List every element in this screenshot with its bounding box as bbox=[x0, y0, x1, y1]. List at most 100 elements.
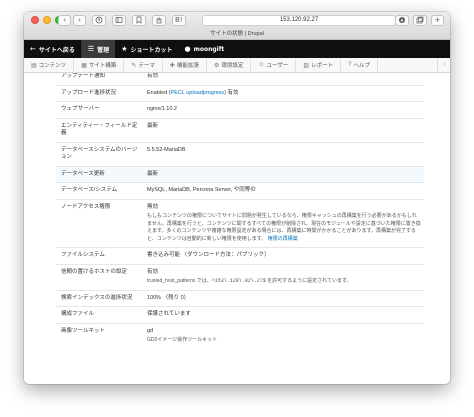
arrow-left-icon: ← bbox=[30, 45, 36, 53]
row-value: 保護されています bbox=[144, 306, 424, 324]
row-value: 有効 bbox=[144, 73, 424, 86]
bookmarks-icon[interactable] bbox=[132, 15, 146, 26]
row-value: 100% （残り 0） bbox=[144, 290, 424, 307]
shortcuts-tab[interactable]: ★ ショートカット bbox=[115, 40, 178, 58]
table-row: ウェブサーバー nginx/1.10.2 bbox=[56, 101, 424, 119]
row-value: nginx/1.10.2 bbox=[144, 101, 424, 119]
row-value: MySQL, MariaDB, Percona Server, や同等の bbox=[144, 182, 424, 200]
tray-item-label: テーマ bbox=[138, 63, 155, 69]
table-row: ノードアクセス権限 無効 もしもコンテンツの権限についてサイトに問題が発生してい… bbox=[56, 199, 424, 248]
table-row: 検索インデックスの進捗状況 100% （残り 0） bbox=[56, 290, 424, 307]
row-value-text: 無効 bbox=[147, 203, 159, 210]
tray-item-reports[interactable]: ▥ レポート bbox=[296, 57, 342, 73]
minimize-window-button[interactable] bbox=[43, 16, 51, 24]
manage-label: 管理 bbox=[97, 46, 110, 54]
row-label: データベースシステムのバージョン bbox=[56, 142, 144, 167]
tray-item-help[interactable]: ? ヘルプ bbox=[341, 57, 378, 73]
tray-item-config[interactable]: ⚙ 環境設定 bbox=[207, 57, 252, 73]
row-value: 5.5.52-MariaDB bbox=[144, 142, 424, 167]
row-value: 無効 もしもコンテンツの権限についてサイトに問題が発生しているなら、権限キャッシ… bbox=[144, 199, 424, 248]
address-bar[interactable]: 153.120.92.27 bbox=[202, 15, 396, 26]
config-icon: ⚙ bbox=[213, 62, 220, 69]
row-description: もしもコンテンツの権限についてサイトに問題が発生しているなら、権限キャッシュの再… bbox=[147, 213, 421, 243]
tray-item-label: 環境設定 bbox=[221, 63, 244, 69]
share-icon[interactable] bbox=[152, 15, 166, 26]
tray-item-label: サイト構築 bbox=[88, 63, 117, 69]
browser-titlebar: ‹ › B! 153.120.92.27 + サイトの状態 | Drupal bbox=[24, 12, 450, 40]
row-description: GD2イメージ操作ツールキット bbox=[147, 337, 218, 343]
content-icon: ▤ bbox=[31, 62, 37, 69]
row-value: 書き込み可能 （ダウンロード方法：パブリック） bbox=[144, 247, 424, 265]
table-row: エンティティー・フィールド定義 最新 bbox=[56, 118, 424, 143]
tray-item-structure[interactable]: ▦ サイト構築 bbox=[74, 57, 125, 73]
row-label: 信頼の置けるホストの設定 bbox=[56, 264, 144, 291]
back-button[interactable]: ‹ bbox=[58, 15, 71, 26]
browser-tools: B! bbox=[92, 15, 186, 26]
status-table: アップデート通知 有効 アップロード進捗状況 Enabled (PECL upl… bbox=[56, 73, 424, 349]
row-value: 有効 trusted_host_patterns では、^153\.120\.9… bbox=[144, 264, 424, 291]
tray-item-extend[interactable]: ✚ 機能拡張 bbox=[163, 57, 207, 73]
value-prefix: Enabled ( bbox=[147, 89, 171, 96]
row-value: gd GD2イメージ操作ツールキット bbox=[144, 323, 424, 349]
browser-window: ‹ › B! 153.120.92.27 + サイトの状態 | Drupal ←… bbox=[24, 12, 450, 384]
shortcuts-label: ショートカット bbox=[130, 46, 173, 54]
tray-item-content[interactable]: ▤ コンテンツ bbox=[24, 57, 75, 73]
table-row: データベース更新 最新 bbox=[56, 165, 424, 183]
tray-item-label: レポート bbox=[311, 63, 334, 69]
table-row: データベースシステムのバージョン 5.5.52-MariaDB bbox=[56, 142, 424, 167]
table-row: 構成ファイル 保護されています bbox=[56, 306, 424, 324]
reports-icon: ▥ bbox=[303, 62, 310, 69]
table-row: 画像ツールキット gd GD2イメージ操作ツールキット bbox=[56, 323, 424, 349]
downloads-icon[interactable] bbox=[395, 15, 409, 26]
user-tab[interactable]: ● moongift bbox=[178, 40, 230, 58]
tray-item-label: ヘルプ bbox=[353, 63, 370, 69]
table-row: アップデート通知 有効 bbox=[56, 73, 424, 86]
row-label: データベース更新 bbox=[56, 165, 144, 183]
user-name: moongift bbox=[193, 45, 225, 53]
privacy-icon[interactable] bbox=[92, 15, 106, 26]
table-row: アップロード進捗状況 Enabled (PECL uploadprogress)… bbox=[56, 85, 424, 102]
admin-menu-tray: ▤ コンテンツ ▦ サイト構築 ✎ テーマ ✚ 機能拡張 ⚙ 環境設定 ☺ ユーザー ▥ レポ… bbox=[24, 57, 450, 73]
help-icon: ? bbox=[348, 62, 352, 68]
drupal-admin-toolbar: ← サイトへ戻る ☰ 管理 ★ ショートカット ● moongift bbox=[24, 40, 450, 58]
table-row: ファイルシステム 書き込み可能 （ダウンロード方法：パブリック） bbox=[56, 247, 424, 265]
tray-item-label: コンテンツ bbox=[38, 63, 67, 69]
back-to-site-link[interactable]: ← サイトへ戻る bbox=[24, 40, 81, 58]
row-label: 構成ファイル bbox=[56, 306, 144, 324]
row-label: データベース/システム bbox=[56, 182, 144, 200]
forward-button[interactable]: › bbox=[73, 15, 86, 26]
tray-item-label: 機能拡張 bbox=[176, 63, 199, 69]
row-value: Enabled (PECL uploadprogress) 有効 bbox=[144, 85, 424, 102]
star-icon: ★ bbox=[121, 45, 128, 53]
row-value-text: 有効 bbox=[147, 268, 159, 275]
manage-tab[interactable]: ☰ 管理 bbox=[81, 40, 116, 58]
description-suffix: を許可するように設定されています。 bbox=[265, 278, 352, 284]
row-label: エンティティー・フィールド定義 bbox=[56, 118, 144, 143]
row-label: 検索インデックスの進捗状況 bbox=[56, 290, 144, 307]
row-label: 画像ツールキット bbox=[61, 327, 106, 334]
trusted-host-pattern: ^153\.120\.92\.27$ bbox=[211, 278, 266, 284]
description-prefix: trusted_host_patterns では、 bbox=[147, 278, 212, 284]
new-tab-button[interactable]: + bbox=[431, 15, 444, 26]
hatena-bookmark-button[interactable]: B! bbox=[172, 15, 186, 26]
tab-title: サイトの状態 | Drupal bbox=[210, 31, 264, 37]
value-suffix: ) 有効 bbox=[224, 89, 239, 96]
rebuild-permissions-link[interactable]: 権限の再構築 bbox=[268, 236, 298, 242]
row-description: trusted_host_patterns では、^153\.120\.92\.… bbox=[147, 278, 421, 286]
sidebar-icon[interactable] bbox=[112, 15, 126, 26]
row-label: アップロード進捗状況 bbox=[56, 85, 144, 102]
vertical-toggle-icon: ⁞ bbox=[443, 62, 445, 68]
tray-item-people[interactable]: ☺ ユーザー bbox=[251, 57, 297, 73]
row-label: ファイルシステム bbox=[56, 247, 144, 265]
tray-item-label: ユーザー bbox=[266, 63, 289, 69]
back-to-site-label: サイトへ戻る bbox=[38, 46, 75, 54]
tray-orientation-toggle[interactable]: ⁞ bbox=[437, 57, 450, 73]
tab-overview-icon[interactable] bbox=[413, 15, 427, 26]
extend-icon: ✚ bbox=[169, 62, 175, 69]
row-value-text: gd bbox=[147, 327, 154, 334]
pecl-uploadprogress-link[interactable]: PECL uploadprogress bbox=[171, 90, 225, 96]
row-label: アップデート通知 bbox=[56, 73, 144, 86]
structure-icon: ▦ bbox=[81, 62, 87, 69]
tray-item-appearance[interactable]: ✎ テーマ bbox=[124, 57, 163, 73]
close-window-button[interactable] bbox=[31, 16, 39, 24]
